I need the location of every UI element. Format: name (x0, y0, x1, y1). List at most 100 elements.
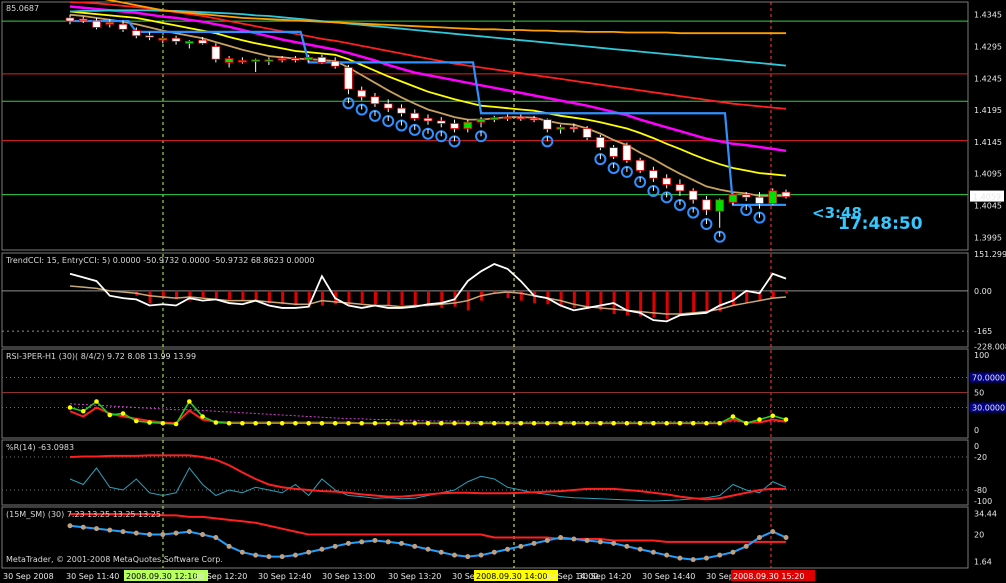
rsi-dot (226, 420, 232, 426)
sm-dot (186, 529, 192, 535)
rsi-dot (452, 420, 457, 426)
rsi-dot (571, 420, 577, 426)
rsi-axis-tick: 50 (974, 389, 984, 398)
trend-step-line (70, 19, 786, 206)
rsi-dot (704, 420, 709, 426)
rsi-dot (743, 420, 749, 426)
rsi-dot (187, 399, 192, 404)
sm-dot (398, 540, 404, 546)
candle-body (211, 46, 221, 60)
cci-histogram-bar (533, 290, 537, 304)
sm-dot (611, 540, 617, 546)
sm-dot (637, 546, 643, 552)
rsi-dot (770, 413, 776, 419)
sm-dot (292, 552, 298, 558)
moving-average-0 (69, 13, 786, 197)
sm-dot (213, 535, 219, 540)
time-axis-label: 30 Sep 14:20 (578, 572, 631, 581)
sm-dot (160, 532, 166, 538)
rsi-dot (438, 420, 444, 426)
rsi-dot (293, 420, 298, 426)
rsi-dot (266, 420, 272, 426)
rsi-axis-tick: 0 (974, 426, 979, 435)
sm-axis-tick: 34.44 (974, 509, 997, 518)
rsi-dot (80, 408, 86, 414)
rsi-dot (425, 420, 431, 426)
candle-body (291, 58, 300, 61)
time-axis-label: 30 Sep 12:40 (258, 572, 311, 581)
candle-body (423, 117, 433, 122)
sm-dot (147, 532, 153, 538)
candle-body (635, 159, 645, 171)
rsi-axis-tick: 100 (974, 351, 989, 360)
candle-body (715, 199, 725, 212)
sm-dot (505, 546, 511, 552)
sm-dot (80, 524, 86, 530)
cci-histogram-bar (519, 290, 523, 301)
candle-body (688, 190, 698, 201)
sm-dot (226, 543, 232, 549)
candle-body (768, 190, 778, 204)
rsi-dot (478, 420, 484, 426)
price-axis-tick: 1.4345 (974, 11, 1002, 20)
cci-histogram-bar (785, 290, 788, 294)
sm-dot (412, 543, 418, 549)
candle-body (675, 184, 685, 192)
rsi-dot (717, 420, 723, 426)
candle-body (397, 107, 406, 114)
candle-body (277, 58, 287, 61)
cci-histogram-bar (771, 290, 775, 299)
rsi-dot (584, 420, 590, 426)
cci-histogram-bar (440, 290, 444, 308)
candle-body (357, 89, 367, 98)
chart-canvas[interactable]: 1.4345 1.4295 1.4245 1.4195 1.4145 1.4095 1.40… (0, 0, 1006, 583)
cci-histogram-bar (625, 290, 629, 316)
sm-dot (452, 552, 458, 558)
pane-border-2 (1, 348, 969, 439)
cci-axis-tick: -165 (974, 327, 992, 336)
cci-histogram-bar (228, 290, 232, 300)
pane-border-1 (1, 252, 969, 348)
rsi-dot (690, 420, 696, 426)
cci-histogram-bar (360, 290, 364, 304)
candle-body (370, 96, 380, 105)
sm-dot (558, 535, 564, 540)
rsi-level-label: 30.0000 (972, 404, 1005, 413)
clock-label: 17:48:50 (838, 214, 923, 234)
sm-dot (544, 537, 550, 543)
sm-dot (624, 543, 630, 549)
rsi-dot (598, 420, 603, 426)
wpr-axis-tick: -20 (974, 453, 987, 462)
sm-pane-title: (15M_SM) (30) 7.23 13.25 13.25 13.25 (6, 510, 161, 519)
sm-dot (266, 554, 272, 560)
wpr-pane-title: %R(14) -63.0983 (6, 443, 74, 452)
cci-histogram-bar (201, 290, 205, 297)
rsi-dot (213, 420, 219, 425)
time-axis-label: 30 Sep 13:00 (322, 572, 375, 581)
sm-dot (690, 557, 696, 563)
sm-dot (120, 529, 126, 535)
candle-body (702, 199, 711, 211)
sm-dot (372, 537, 378, 543)
cci-histogram-bar (373, 290, 377, 305)
cci-histogram-bar (400, 290, 404, 306)
pane-border-3 (1, 439, 969, 506)
rsi-dot (505, 420, 510, 426)
cci-histogram-bar (705, 290, 709, 313)
sm-dot (743, 543, 749, 549)
cci-histogram-bar (413, 290, 417, 307)
rsi-dot (359, 420, 365, 426)
rsi-dot (783, 417, 789, 422)
sm-axis-tick: 1.64 (974, 558, 992, 567)
sm-dot (703, 555, 709, 561)
candle-body (237, 60, 247, 63)
candle-body (489, 117, 499, 121)
moving-average-5 (104, 0, 786, 35)
sm-dot (478, 552, 484, 558)
candle-body (649, 170, 658, 179)
candle-body (78, 18, 88, 22)
rsi-dot (651, 420, 656, 426)
candle-body (516, 116, 526, 119)
candle-body (582, 128, 592, 138)
rsi-dot (465, 420, 471, 426)
